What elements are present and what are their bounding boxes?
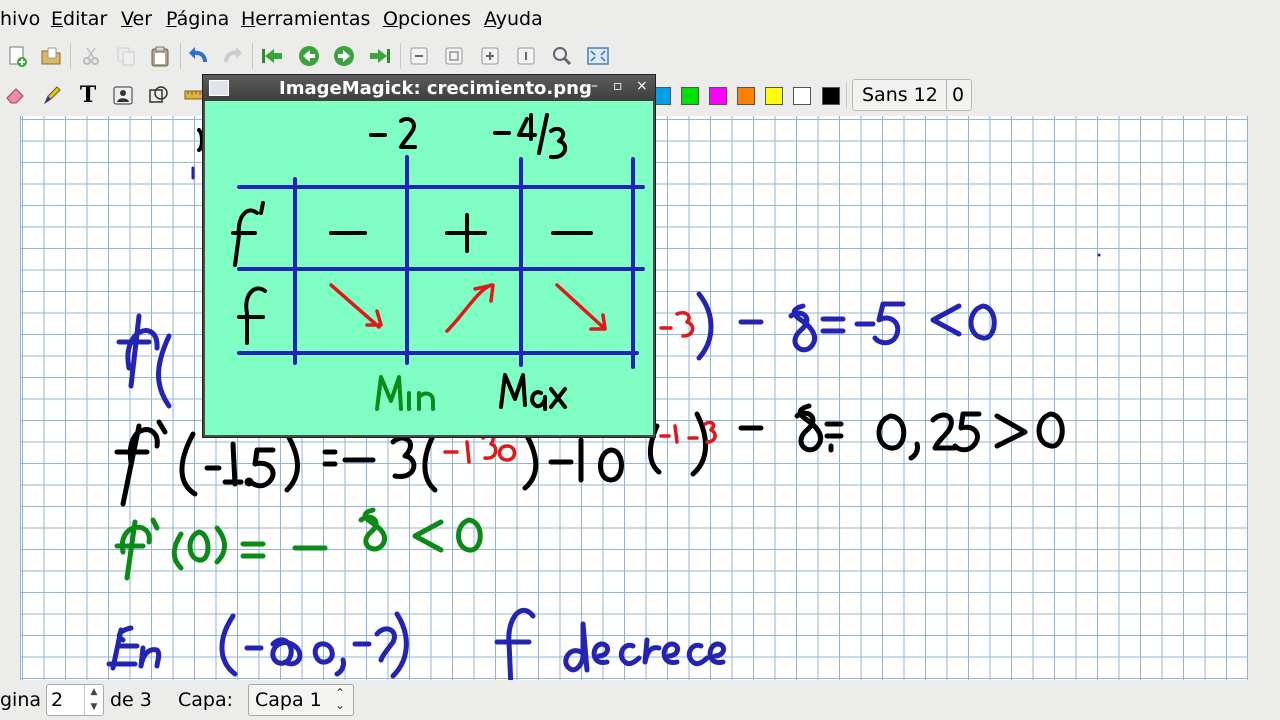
color-swatch-black[interactable] xyxy=(822,87,840,105)
window-icon xyxy=(209,80,229,96)
open-folder-icon[interactable] xyxy=(38,43,64,69)
window-titlebar[interactable]: ImageMagick: crecimiento.png – ▫ × xyxy=(203,75,655,101)
cut-icon[interactable] xyxy=(78,43,104,69)
menu-bar: hivo Editar Ver Página Herramientas Opci… xyxy=(0,0,1280,38)
menu-ver[interactable]: Ver xyxy=(121,8,152,30)
max-label xyxy=(499,373,567,411)
window-title: ImageMagick: crecimiento.png xyxy=(279,78,592,99)
line1-red xyxy=(659,310,695,338)
minimize-button[interactable]: – xyxy=(591,78,598,94)
color-swatch-green[interactable] xyxy=(681,87,699,105)
zoom-fit-icon[interactable] xyxy=(441,43,467,69)
line4-ink xyxy=(106,607,726,680)
zoom-icon[interactable] xyxy=(549,43,575,69)
menu-archivo[interactable]: hivo xyxy=(0,8,40,30)
layer-label: Capa: xyxy=(178,689,234,711)
toolbar-separator xyxy=(400,43,401,69)
new-page-icon[interactable] xyxy=(4,43,30,69)
previous-page-icon[interactable] xyxy=(296,43,322,69)
line3-ink xyxy=(114,507,483,581)
zoom-in-icon[interactable] xyxy=(477,43,503,69)
color-swatch-yellow[interactable] xyxy=(765,87,783,105)
text-tool-icon[interactable]: T xyxy=(75,82,101,108)
copy-icon[interactable] xyxy=(113,43,139,69)
close-button[interactable]: × xyxy=(636,78,648,94)
toolbar-separator xyxy=(252,43,253,69)
spinner-arrows-icon[interactable]: ▲ ▼ xyxy=(84,685,103,715)
zoom-normal-icon[interactable] xyxy=(513,43,539,69)
layer-select[interactable]: Capa 1 ⌃ ⌄ xyxy=(248,684,354,716)
color-swatch-white[interactable] xyxy=(793,87,811,105)
page-label: gina xyxy=(0,689,42,711)
fullscreen-icon[interactable] xyxy=(585,43,611,69)
sign-table-grid xyxy=(237,155,645,369)
menu-opciones[interactable]: Opciones xyxy=(383,8,471,30)
monotonic-arrows xyxy=(329,283,607,333)
image-content xyxy=(205,101,653,435)
toolbar-separator xyxy=(70,43,71,69)
color-swatch-orange[interactable] xyxy=(737,87,755,105)
font-size-extra: 0 xyxy=(952,84,965,106)
menu-editar[interactable]: Editar xyxy=(51,8,107,30)
image-tool-icon[interactable] xyxy=(110,82,136,108)
undo-icon[interactable] xyxy=(185,43,211,69)
redo-icon[interactable] xyxy=(220,43,246,69)
font-selector[interactable]: Sans 12 0 xyxy=(852,79,972,111)
sign-table-drawing xyxy=(231,113,645,411)
min-label xyxy=(375,375,435,411)
sign-marks xyxy=(329,213,593,253)
remnant-ink xyxy=(197,128,204,152)
color-swatch-blue[interactable] xyxy=(653,87,671,105)
status-bar: gina de 3 Capa: xyxy=(0,680,1280,720)
color-swatch-magenta[interactable] xyxy=(709,87,727,105)
zoom-out-icon[interactable] xyxy=(406,43,432,69)
eraser-icon[interactable] xyxy=(2,82,28,108)
pen-icon[interactable] xyxy=(39,82,65,108)
font-divider xyxy=(946,80,947,110)
font-name: Sans 12 xyxy=(862,84,938,106)
row-labels xyxy=(231,201,267,345)
select-arrows-icon: ⌃ ⌄ xyxy=(334,686,345,712)
page-number-value: 2 xyxy=(51,689,64,711)
critical-points xyxy=(369,113,568,160)
page-count: de 3 xyxy=(110,689,152,711)
next-page-icon[interactable] xyxy=(331,43,357,69)
toolbar-separator xyxy=(846,82,847,108)
menu-ayuda[interactable]: Ayuda xyxy=(484,8,543,30)
main-toolbar xyxy=(0,38,1280,74)
maximize-button[interactable]: ▫ xyxy=(613,78,623,94)
menu-pagina[interactable]: Página xyxy=(166,8,229,30)
imagemagick-window[interactable]: ImageMagick: crecimiento.png – ▫ × xyxy=(203,75,655,437)
paste-icon[interactable] xyxy=(147,43,173,69)
page-number-spinner[interactable]: 2 ▲ ▼ xyxy=(46,684,104,716)
toolbar-separator xyxy=(180,43,181,69)
menu-herramientas[interactable]: Herramientas xyxy=(241,8,370,30)
shape-tool-icon[interactable] xyxy=(146,82,172,108)
first-page-icon[interactable] xyxy=(259,43,285,69)
last-page-icon[interactable] xyxy=(367,43,393,69)
layer-value: Capa 1 xyxy=(255,689,322,711)
